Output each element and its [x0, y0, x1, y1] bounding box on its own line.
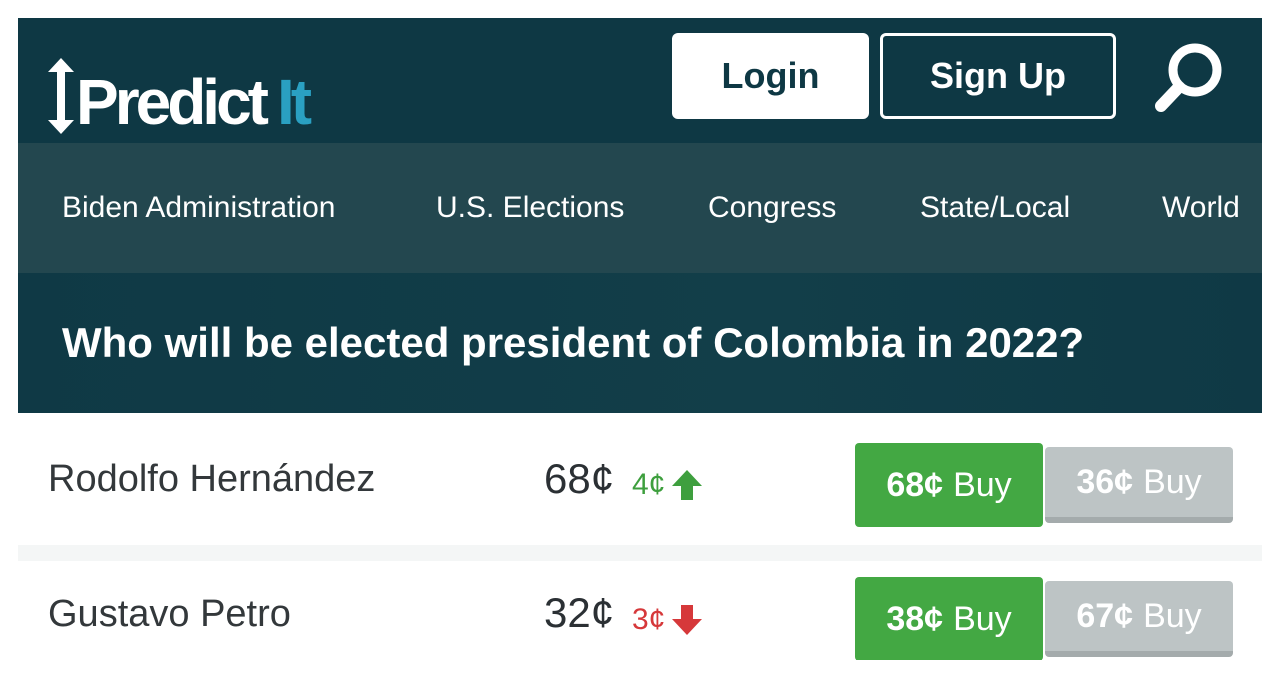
buy-no-button[interactable]: 36¢ Buy [1045, 447, 1233, 523]
site-header: Predict It Login Sign Up [18, 18, 1262, 143]
buy-yes-price: 38¢ [886, 599, 944, 638]
contract-row: Rodolfo Hernández 68¢ 4¢ 68¢ Buy 36¢ Buy [18, 413, 1262, 545]
search-button[interactable] [1153, 40, 1225, 116]
buy-no-price: 67¢ [1076, 596, 1134, 635]
buy-yes-button[interactable]: 68¢ Buy [855, 443, 1043, 527]
buy-no-button[interactable]: 67¢ Buy [1045, 581, 1233, 657]
buy-yes-label: Buy [953, 599, 1012, 638]
buy-yes-price: 68¢ [886, 465, 944, 504]
nav-item-world[interactable]: World [1162, 143, 1240, 273]
arrow-down-icon [672, 605, 703, 635]
price-change: 3¢ [632, 603, 703, 637]
logo-text-main: Predict [76, 66, 269, 138]
category-nav: Biden Administration U.S. Elections Cong… [18, 143, 1262, 273]
market-title: Who will be elected president of Colombi… [62, 319, 1085, 366]
search-icon [1155, 43, 1222, 112]
price-change-value: 3¢ [632, 603, 666, 636]
nav-item-biden-administration[interactable]: Biden Administration [62, 143, 336, 273]
sign-up-button[interactable]: Sign Up [880, 33, 1116, 119]
price-change-value: 4¢ [632, 468, 666, 501]
buy-no-price: 36¢ [1076, 462, 1134, 501]
nav-item-congress[interactable]: Congress [708, 143, 836, 273]
arrow-up-icon [672, 470, 703, 500]
page-frame: Predict It Login Sign Up Biden Administr… [18, 18, 1262, 660]
buy-no-label: Buy [1143, 462, 1202, 501]
up-down-arrow-icon [48, 58, 74, 134]
contract-price: 32¢ [544, 589, 615, 636]
contract-name[interactable]: Gustavo Petro [48, 593, 291, 636]
login-button[interactable]: Login [672, 33, 869, 119]
buy-yes-label: Buy [953, 465, 1012, 504]
predictit-logo[interactable]: Predict It [48, 56, 312, 138]
buy-yes-button[interactable]: 38¢ Buy [855, 577, 1043, 660]
contract-name[interactable]: Rodolfo Hernández [48, 458, 375, 501]
logo-text-accent: It [276, 66, 312, 138]
price-change: 4¢ [632, 468, 703, 502]
contract-price: 68¢ [544, 455, 615, 502]
nav-item-us-elections[interactable]: U.S. Elections [436, 143, 624, 273]
market-banner: Who will be elected president of Colombi… [18, 273, 1262, 413]
nav-item-state-local[interactable]: State/Local [920, 143, 1070, 273]
contract-row: Gustavo Petro 32¢ 3¢ 38¢ Buy 67¢ Buy [18, 545, 1262, 660]
buy-no-label: Buy [1143, 596, 1202, 635]
